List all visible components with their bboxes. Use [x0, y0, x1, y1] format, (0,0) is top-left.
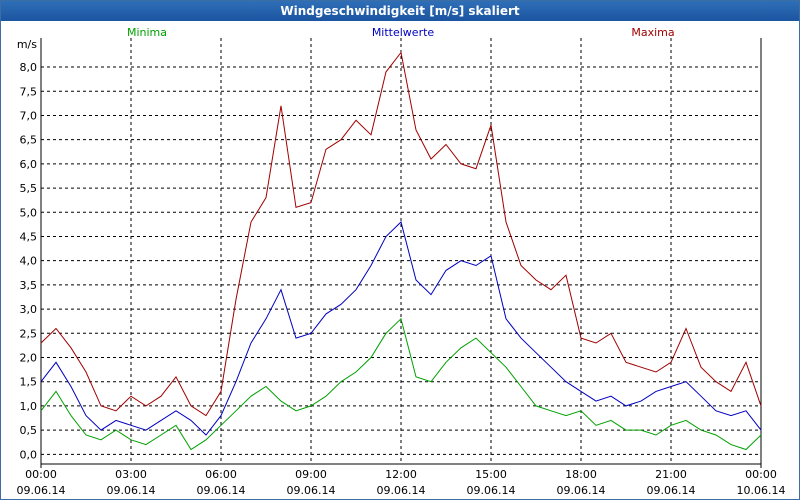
- y-tick-label: 4,0: [20, 255, 38, 268]
- x-tick-date: 09.06.14: [467, 484, 516, 497]
- y-tick-label: 2,5: [20, 327, 38, 340]
- y-tick-label: 1,5: [20, 376, 38, 389]
- y-tick-label: 7,0: [20, 109, 38, 122]
- x-tick-date: 09.06.14: [197, 484, 246, 497]
- legend-maxima: Maxima: [631, 26, 674, 39]
- y-tick-label: 3,5: [20, 279, 38, 292]
- x-tick-date: 09.06.14: [107, 484, 156, 497]
- y-tick-label: 6,0: [20, 158, 38, 171]
- y-tick-label: 3,0: [20, 303, 38, 316]
- y-tick-label: 7,5: [20, 85, 38, 98]
- window-title: Windgeschwindigkeit [m/s] skaliert: [1, 1, 799, 21]
- y-tick-label: 5,5: [20, 182, 38, 195]
- y-tick-label: 5,0: [20, 206, 38, 219]
- x-tick-date: 09.06.14: [17, 484, 66, 497]
- legend-mittelwerte: Mittelwerte: [372, 26, 435, 39]
- x-tick-time: 12:00: [385, 468, 417, 481]
- y-tick-label: 6,5: [20, 134, 38, 147]
- x-tick-time: 03:00: [115, 468, 147, 481]
- grid-lines: [41, 38, 761, 464]
- x-tick-time: 06:00: [205, 468, 237, 481]
- legend-minima: Minima: [127, 26, 167, 39]
- x-tick-date: 10.06.14: [737, 484, 786, 497]
- x-tick-date: 09.06.14: [647, 484, 696, 497]
- x-tick-time: 21:00: [655, 468, 687, 481]
- y-tick-label: 1,0: [20, 400, 38, 413]
- x-tick-date: 09.06.14: [287, 484, 336, 497]
- y-tick-label: 4,5: [20, 230, 38, 243]
- y-tick-label: 8,0: [20, 61, 38, 74]
- x-tick-time: 15:00: [475, 468, 507, 481]
- y-axis-label: m/s: [17, 38, 37, 51]
- chart-window: Windgeschwindigkeit [m/s] skaliert 0,0 0,…: [0, 0, 800, 500]
- y-tick-label: 0,0: [20, 448, 38, 461]
- y-tick-label: 2,0: [20, 352, 38, 365]
- x-tick-time: 18:00: [565, 468, 597, 481]
- x-tick-time: 09:00: [295, 468, 327, 481]
- x-tick-date: 09.06.14: [377, 484, 426, 497]
- chart-area: 0,0 0,5 1,0 1,5 2,0 2,5 3,0 3,5 4,0 4,5 5,0 5,5 6,0 6…: [17, 26, 786, 497]
- x-tick-time: 00:00: [745, 468, 777, 481]
- x-tick-date: 09.06.14: [557, 484, 606, 497]
- x-tick-time: 00:00: [25, 468, 57, 481]
- y-tick-label: 0,5: [20, 424, 38, 437]
